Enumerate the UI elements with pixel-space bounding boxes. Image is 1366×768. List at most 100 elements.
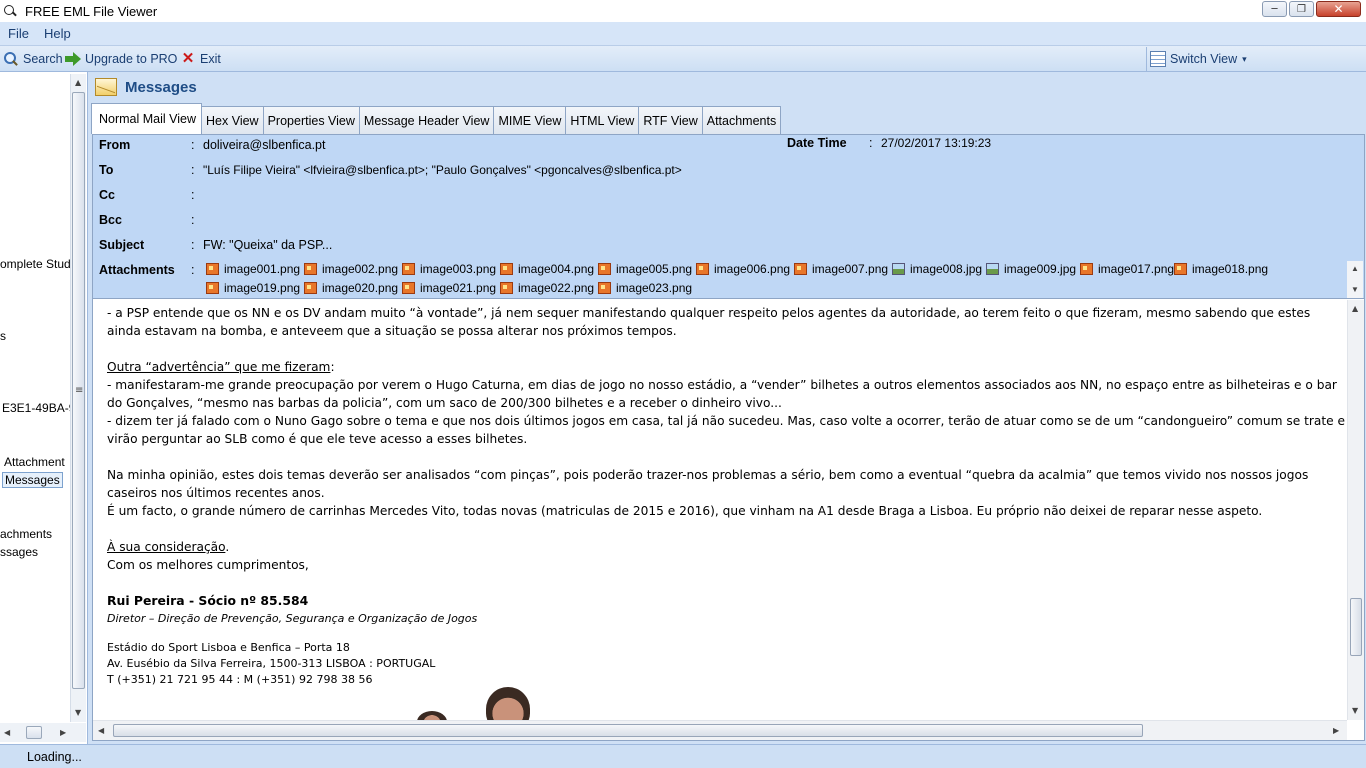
tab-message-header-view[interactable]: Message Header View xyxy=(358,106,495,134)
tree-horizontal-scrollbar[interactable]: ◀ ▶ xyxy=(0,723,86,742)
menu-file[interactable]: File xyxy=(0,26,36,41)
bcc-row: Bcc : xyxy=(99,211,203,229)
tree-item[interactable]: Attachment xyxy=(4,455,65,469)
arrow-right-icon xyxy=(65,51,81,67)
close-button[interactable]: ✕ xyxy=(1316,1,1361,17)
tree-item[interactable]: omplete Stud xyxy=(0,257,70,271)
attachment-filename: image007.png xyxy=(812,262,889,276)
attachment-filename: image018.png xyxy=(1192,262,1269,276)
switch-view-dropdown[interactable]: Switch View ▾ xyxy=(1150,50,1247,68)
tab-attachments[interactable]: Attachments xyxy=(701,106,782,134)
attachment-item[interactable]: image002.png xyxy=(304,262,398,276)
tab-rtf-view[interactable]: RTF View xyxy=(638,106,703,134)
body-line: - a PSP entende que os NN e os DV andam … xyxy=(107,306,1311,320)
scroll-left-icon[interactable]: ◀ xyxy=(4,728,10,737)
upgrade-button[interactable]: Upgrade to PRO xyxy=(65,50,177,68)
attachment-filename: image019.png xyxy=(224,281,301,295)
scroll-thumb[interactable] xyxy=(113,724,1143,737)
attachment-filename: image021.png xyxy=(420,281,497,295)
view-tabs: Normal Mail View Hex View Properties Vie… xyxy=(91,103,782,134)
attachment-item[interactable]: image007.png xyxy=(794,262,888,276)
mail-header-fields: From : doliveira@slbenfica.pt Date Time … xyxy=(93,135,1364,299)
scroll-up-icon[interactable]: ▲ xyxy=(75,78,81,87)
body-line: É um facto, o grande número de carrinhas… xyxy=(107,504,1263,518)
scroll-right-icon[interactable]: ▶ xyxy=(60,728,66,737)
scroll-down-icon[interactable]: ▼ xyxy=(75,708,81,717)
png-file-icon xyxy=(1080,263,1093,275)
scroll-down-icon[interactable]: ▼ xyxy=(1352,706,1358,715)
folder-tree-pane: omplete Stud s E3E1-49BA-9 Attachment Me… xyxy=(0,72,88,744)
scroll-thumb[interactable] xyxy=(1350,598,1362,656)
tree-vertical-scrollbar[interactable]: ▲ ≡ ▼ xyxy=(70,74,86,722)
menu-help[interactable]: Help xyxy=(36,26,78,41)
embedded-photo xyxy=(486,687,530,720)
search-icon xyxy=(3,51,19,67)
message-pane: Messages Normal Mail View Hex View Prope… xyxy=(91,72,1366,744)
scroll-right-icon[interactable]: ▶ xyxy=(1333,726,1339,735)
attachment-item[interactable]: image019.png xyxy=(206,281,300,295)
attachment-filename: image023.png xyxy=(616,281,693,295)
body-vertical-scrollbar[interactable]: ▲ ▼ xyxy=(1347,300,1364,720)
attachment-filename: image017.png xyxy=(1098,262,1175,276)
tab-properties-view[interactable]: Properties View xyxy=(262,106,360,134)
attachment-item[interactable]: image008.jpg xyxy=(892,262,982,276)
scroll-down-icon[interactable]: ▼ xyxy=(1351,285,1359,294)
scroll-up-icon[interactable]: ▲ xyxy=(1352,304,1358,313)
tab-mime-view[interactable]: MIME View xyxy=(493,106,567,134)
from-row: From : doliveira@slbenfica.pt xyxy=(99,136,325,154)
view-grid-icon xyxy=(1150,51,1166,67)
tree-item[interactable]: achments xyxy=(0,527,52,541)
attachment-item[interactable]: image005.png xyxy=(598,262,692,276)
attachments-label: Attachments xyxy=(99,263,175,277)
exit-button[interactable]: ✕ Exit xyxy=(180,50,221,68)
attachment-item[interactable]: image003.png xyxy=(402,262,496,276)
body-line: Outra “advertência” que me fizeram: xyxy=(107,358,335,376)
cc-label: Cc xyxy=(99,188,115,202)
attachment-item[interactable]: image017.png xyxy=(1080,262,1174,276)
attachment-item[interactable]: image006.png xyxy=(696,262,790,276)
scroll-left-icon[interactable]: ◀ xyxy=(98,726,104,735)
attachment-item[interactable]: image009.jpg xyxy=(986,262,1076,276)
tab-hex-view[interactable]: Hex View xyxy=(201,106,264,134)
attachments-scrollbar[interactable]: ▲ ▼ xyxy=(1347,261,1363,298)
tree-item-selected[interactable]: Messages xyxy=(2,472,63,488)
attachment-item[interactable]: image018.png xyxy=(1174,262,1268,276)
to-value: "Luís Filipe Vieira" <lfvieira@slbenfica… xyxy=(203,163,682,177)
png-file-icon xyxy=(206,263,219,275)
phone-line: T (+351) 21 721 95 44 : M (+351) 92 798 … xyxy=(107,673,373,686)
embedded-photo xyxy=(417,711,447,720)
tab-normal-mail-view[interactable]: Normal Mail View xyxy=(91,103,203,134)
body-line: À sua consideração. xyxy=(107,538,229,556)
signature-title: Diretor – Direção de Prevenção, Seguranç… xyxy=(107,612,478,625)
attachment-filename: image009.jpg xyxy=(1004,262,1077,276)
switch-view-label: Switch View xyxy=(1170,52,1238,66)
tree-item[interactable]: ssages xyxy=(0,545,38,559)
attachment-item[interactable]: image021.png xyxy=(402,281,496,295)
minimize-button[interactable]: ─ xyxy=(1262,1,1287,17)
colon: : xyxy=(191,188,195,202)
attachment-item[interactable]: image020.png xyxy=(304,281,398,295)
exit-x-icon: ✕ xyxy=(181,50,195,67)
colon: : xyxy=(191,238,195,252)
search-button[interactable]: Search xyxy=(3,50,63,68)
attachment-item[interactable]: image001.png xyxy=(206,262,300,276)
tab-html-view[interactable]: HTML View xyxy=(565,106,640,134)
attachment-item[interactable]: image023.png xyxy=(598,281,692,295)
attachment-item[interactable]: image004.png xyxy=(500,262,594,276)
png-file-icon xyxy=(598,263,611,275)
toolbar: Search Upgrade to PRO ✕ Exit Switch View… xyxy=(0,45,1366,72)
tree-item[interactable]: E3E1-49BA-9 xyxy=(2,401,70,415)
cc-row: Cc : xyxy=(99,186,203,204)
signature-name: Rui Pereira - Sócio nº 85.584 xyxy=(107,593,309,608)
scroll-thumb[interactable]: ≡ xyxy=(72,92,85,689)
scroll-thumb[interactable] xyxy=(26,726,42,739)
tree-item[interactable]: s xyxy=(0,329,6,343)
body-horizontal-scrollbar[interactable]: ◀ ▶ xyxy=(93,720,1347,740)
datetime-label: Date Time xyxy=(787,136,847,150)
colon: : xyxy=(191,263,195,277)
attachment-item[interactable]: image022.png xyxy=(500,281,594,295)
maximize-button[interactable]: ❐ xyxy=(1289,1,1314,17)
folder-tree: omplete Stud s E3E1-49BA-9 Attachment Me… xyxy=(0,72,70,722)
scroll-up-icon[interactable]: ▲ xyxy=(1351,264,1359,273)
attachment-filename: image001.png xyxy=(224,262,301,276)
